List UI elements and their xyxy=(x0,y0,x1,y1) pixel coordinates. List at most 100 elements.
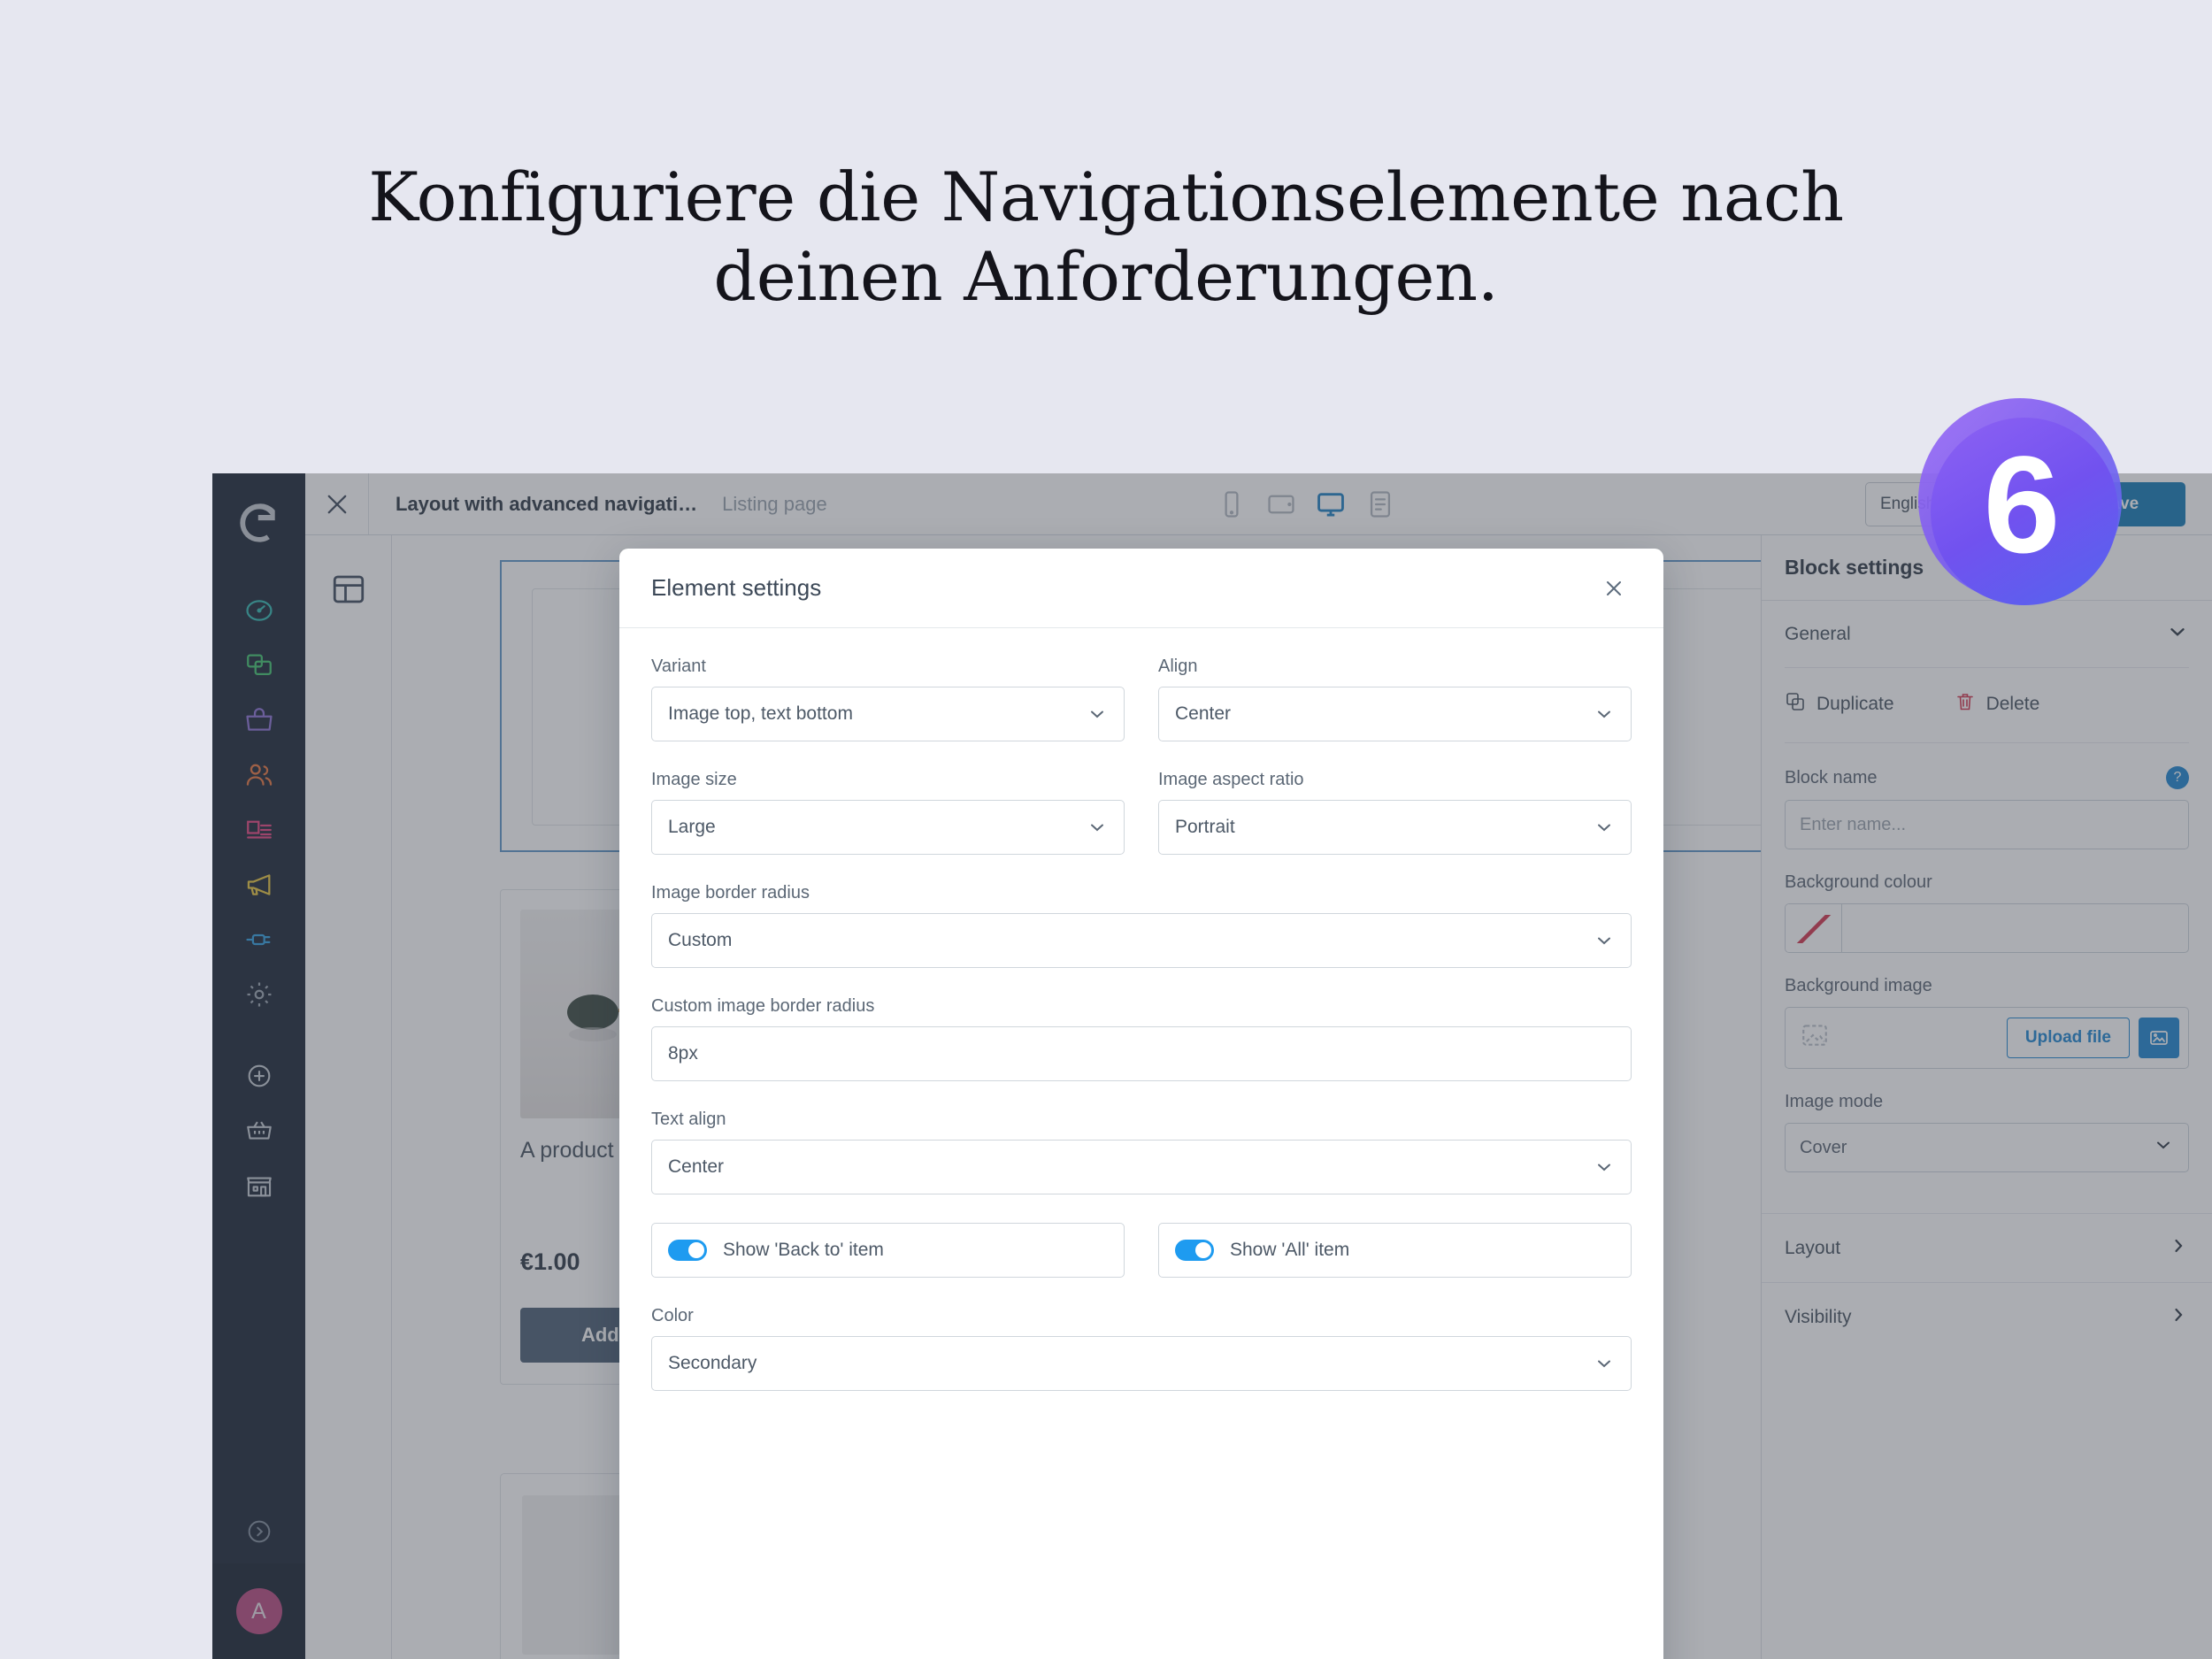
image-border-radius-select[interactable]: Custom xyxy=(651,913,1632,968)
chevron-down-icon xyxy=(1594,930,1615,951)
image-placeholder-icon xyxy=(1800,1020,1830,1056)
block-actions: Duplicate Delete xyxy=(1785,668,2189,743)
trash-icon xyxy=(1955,691,1976,718)
image-mode-label: Image mode xyxy=(1785,1092,1884,1111)
text-align-value: Center xyxy=(668,1156,725,1177)
text-align-select[interactable]: Center xyxy=(651,1140,1632,1194)
duplicate-label: Duplicate xyxy=(1816,694,1894,714)
visibility-label: Visibility xyxy=(1785,1306,1852,1327)
align-select[interactable]: Center xyxy=(1158,687,1632,741)
general-label: General xyxy=(1785,623,1851,644)
device-switcher xyxy=(1217,489,1395,519)
delete-button[interactable]: Delete xyxy=(1955,691,2040,718)
desktop-icon[interactable] xyxy=(1316,489,1346,519)
mobile-icon[interactable] xyxy=(1217,489,1247,519)
toggle-switch-icon[interactable] xyxy=(1175,1240,1214,1261)
align-label: Align xyxy=(1158,657,1198,676)
shopware-logo-icon[interactable] xyxy=(236,500,282,546)
layout-title: Layout with advanced navigati… xyxy=(396,492,698,515)
shopware-6-badge: 6 xyxy=(1911,398,2132,619)
color-value: Secondary xyxy=(668,1353,757,1373)
modal-header: Element settings xyxy=(619,549,1663,628)
sidebar-item-catalogues[interactable] xyxy=(212,638,305,693)
chevron-right-icon xyxy=(2168,1304,2189,1331)
colour-swatch[interactable] xyxy=(1786,904,1842,952)
background-colour-input[interactable] xyxy=(1842,904,2188,952)
chevron-down-icon xyxy=(1594,703,1615,725)
background-image-field: Upload file xyxy=(1785,1007,2189,1069)
custom-image-border-radius-input[interactable]: 8px xyxy=(651,1026,1632,1081)
image-size-field: Image size Large xyxy=(651,770,1125,855)
help-icon[interactable]: ? xyxy=(2166,766,2189,789)
sidebar-storefront-icon[interactable] xyxy=(212,1158,305,1213)
close-icon[interactable] xyxy=(1596,571,1632,606)
toggle-switch-icon[interactable] xyxy=(668,1240,707,1261)
tablet-icon[interactable] xyxy=(1266,489,1296,519)
image-mode-value: Cover xyxy=(1800,1137,1847,1157)
page-title: Konfiguriere die Navigationselemente nac… xyxy=(0,157,2212,316)
sidebar-expand-button[interactable] xyxy=(212,1500,305,1563)
sidebar-add-circle-icon[interactable] xyxy=(212,1048,305,1103)
image-mode-select[interactable]: Cover xyxy=(1785,1123,2189,1172)
block-name-label-row: Block name ? xyxy=(1785,766,2189,789)
chevron-down-icon xyxy=(1594,1156,1615,1178)
sidebar-item-settings[interactable] xyxy=(212,967,305,1022)
badge-label: 6 xyxy=(1983,428,2061,582)
layout-blocks-icon[interactable] xyxy=(330,571,367,608)
sidebar-item-extensions[interactable] xyxy=(212,912,305,967)
sidebar-item-marketing[interactable] xyxy=(212,857,305,912)
image-size-select[interactable]: Large xyxy=(651,800,1125,855)
chevron-down-icon xyxy=(2166,620,2189,649)
layout-subtitle: Listing page xyxy=(722,492,827,515)
show-all-item-toggle[interactable]: Show 'All' item xyxy=(1158,1223,1632,1278)
list-view-icon[interactable] xyxy=(1365,489,1395,519)
element-settings-modal: Element settings Variant Image top, text… xyxy=(619,549,1663,1659)
modal-body: Variant Image top, text bottom Align Cen… xyxy=(619,628,1663,1659)
variant-select[interactable]: Image top, text bottom xyxy=(651,687,1125,741)
image-picker-icon[interactable] xyxy=(2139,1018,2179,1058)
blocks-rail xyxy=(305,535,392,1659)
text-align-field: Text align Center xyxy=(651,1110,1632,1194)
sidebar-item-dashboard[interactable] xyxy=(212,583,305,638)
visibility-section-row[interactable]: Visibility xyxy=(1762,1282,2212,1351)
background-colour-label: Background colour xyxy=(1785,872,1932,892)
main-sidebar: A xyxy=(212,473,305,1659)
sidebar-item-orders[interactable] xyxy=(212,693,305,748)
variant-value: Image top, text bottom xyxy=(668,703,853,724)
headline-line-2: deinen Anforderungen. xyxy=(713,236,1499,316)
sidebar-item-content[interactable] xyxy=(212,803,305,857)
show-back-to-item-label: Show 'Back to' item xyxy=(723,1240,884,1260)
color-label: Color xyxy=(651,1306,694,1325)
avatar-container[interactable]: A xyxy=(212,1563,305,1659)
close-editor-button[interactable] xyxy=(305,473,369,534)
product-price: €1.00 xyxy=(520,1248,580,1275)
custom-image-border-radius-field: Custom image border radius 8px xyxy=(651,996,1632,1081)
image-border-radius-field: Image border radius Custom xyxy=(651,883,1632,968)
block-name-label: Block name xyxy=(1785,767,1878,787)
text-align-label: Text align xyxy=(651,1110,726,1129)
chevron-down-icon xyxy=(2153,1134,2174,1161)
block-settings-panel: Block settings General Duplicate Delete … xyxy=(1761,535,2212,1659)
color-select[interactable]: Secondary xyxy=(651,1336,1632,1391)
avatar[interactable]: A xyxy=(235,1588,282,1634)
image-size-label: Image size xyxy=(651,770,737,789)
screenshot-root: Konfiguriere die Navigationselemente nac… xyxy=(0,0,2212,1659)
show-back-to-item-toggle[interactable]: Show 'Back to' item xyxy=(651,1223,1125,1278)
variant-label: Variant xyxy=(651,657,706,676)
show-all-item-label: Show 'All' item xyxy=(1230,1240,1350,1260)
image-aspect-ratio-select[interactable]: Portrait xyxy=(1158,800,1632,855)
delete-label: Delete xyxy=(1985,694,2040,714)
background-colour-field[interactable] xyxy=(1785,903,2189,953)
headline-line-1: Konfiguriere die Navigationselemente nac… xyxy=(368,157,1844,236)
layout-section-row[interactable]: Layout xyxy=(1762,1213,2212,1282)
duplicate-button[interactable]: Duplicate xyxy=(1785,691,1894,718)
chevron-down-icon xyxy=(1594,817,1615,838)
image-border-radius-value: Custom xyxy=(668,930,733,950)
chevron-right-icon xyxy=(2168,1235,2189,1262)
image-aspect-ratio-label: Image aspect ratio xyxy=(1158,770,1304,789)
upload-file-button[interactable]: Upload file xyxy=(2006,1018,2130,1058)
sidebar-shopping-basket-icon[interactable] xyxy=(212,1103,305,1158)
image-aspect-ratio-field: Image aspect ratio Portrait xyxy=(1158,770,1632,855)
block-name-input[interactable]: Enter name... xyxy=(1785,800,2189,849)
sidebar-item-customers[interactable] xyxy=(212,748,305,803)
